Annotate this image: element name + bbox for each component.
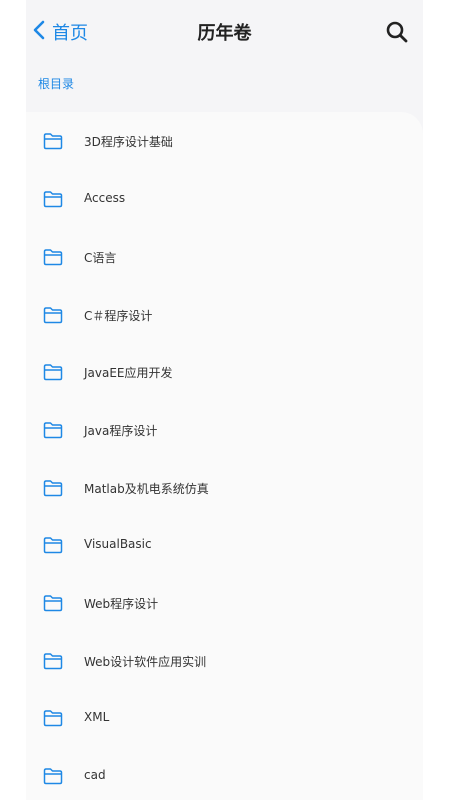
- breadcrumb-root[interactable]: 根目录: [38, 75, 74, 92]
- folder-icon: [43, 479, 63, 497]
- folder-item[interactable]: VisualBasic: [26, 526, 423, 566]
- folder-icon: [43, 709, 63, 727]
- app-screen: 首页 历年卷 根目录 3D程序设计基础 Access C语言 C＃程序设计 JavaEE…: [26, 0, 423, 800]
- folder-icon: [43, 306, 63, 324]
- folder-label: cad: [84, 768, 106, 782]
- folder-label: C＃程序设计: [84, 309, 153, 323]
- folder-icon: [43, 248, 63, 266]
- folder-label: JavaEE应用开发: [84, 366, 173, 380]
- folder-label: Web程序设计: [84, 597, 159, 611]
- navigation-bar: 首页 历年卷: [26, 0, 423, 64]
- folder-item[interactable]: Web程序设计: [26, 584, 423, 624]
- folder-item[interactable]: Matlab及机电系统仿真: [26, 469, 423, 509]
- folder-item[interactable]: cad: [26, 757, 423, 797]
- folder-icon: [43, 363, 63, 381]
- folder-icon: [43, 652, 63, 670]
- folder-icon: [43, 767, 63, 785]
- folder-label: Web设计软件应用实训: [84, 655, 207, 669]
- folder-icon: [43, 421, 63, 439]
- folder-icon: [43, 190, 63, 208]
- folder-item[interactable]: C＃程序设计: [26, 296, 423, 336]
- folder-label: Access: [84, 191, 126, 205]
- folder-icon: [43, 594, 63, 612]
- folder-label: Matlab及机电系统仿真: [84, 482, 209, 496]
- search-icon: [385, 21, 409, 48]
- folder-item[interactable]: C语言: [26, 238, 423, 278]
- folder-item[interactable]: Access: [26, 180, 423, 220]
- folder-label: XML: [84, 710, 110, 724]
- folder-item[interactable]: XML: [26, 699, 423, 739]
- folder-item[interactable]: Web设计软件应用实训: [26, 642, 423, 682]
- folder-label: 3D程序设计基础: [84, 135, 173, 149]
- folder-icon: [43, 132, 63, 150]
- folder-list-panel: 3D程序设计基础 Access C语言 C＃程序设计 JavaEE应用开发 Java程序设…: [26, 112, 423, 800]
- folder-label: Java程序设计: [84, 424, 158, 438]
- folder-icon: [43, 536, 63, 554]
- folder-item[interactable]: JavaEE应用开发: [26, 353, 423, 393]
- search-button[interactable]: [385, 20, 409, 44]
- folder-item[interactable]: 3D程序设计基础: [26, 122, 423, 162]
- folder-label: VisualBasic: [84, 537, 152, 551]
- page-title: 历年卷: [197, 23, 252, 44]
- folder-item[interactable]: Java程序设计: [26, 411, 423, 451]
- folder-label: C语言: [84, 251, 117, 265]
